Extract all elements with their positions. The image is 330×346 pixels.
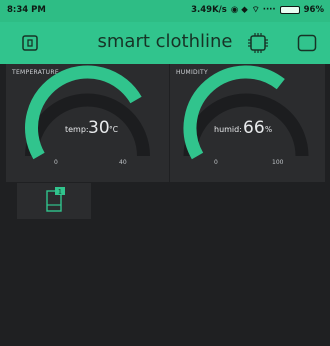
humidity-panel[interactable]: HUMIDITY humid: 66 % 0 100 [170, 64, 325, 182]
humidity-unit: % [265, 125, 272, 134]
net-speed: 3.49K/s [191, 5, 227, 15]
temperature-min: 0 [54, 159, 58, 166]
chip-icon[interactable] [246, 31, 270, 59]
battery-icon [279, 6, 300, 14]
temperature-max: 40 [119, 159, 127, 166]
app-bar: smart clothline [0, 22, 330, 64]
status-time: 8:34 PM [7, 5, 46, 15]
humidity-min: 0 [214, 159, 218, 166]
humidity-max: 100 [272, 159, 284, 166]
temperature-value: 30 [88, 118, 110, 138]
wifi-icon: ⌔ ···· [251, 5, 276, 15]
humidity-value: 66 [243, 118, 265, 138]
status-bar: 8:34 PM 3.49K/s ◉ ◆ ⌔ ···· 96% [0, 0, 330, 22]
humidity-gauge: humid: 66 % 0 100 [183, 65, 309, 166]
square-icon[interactable] [297, 34, 317, 56]
device-icon: 1 [46, 187, 65, 212]
badge-count: 1 [58, 189, 62, 196]
battery-level: 96% [303, 5, 324, 15]
humidity-prefix: humid: [214, 125, 242, 134]
temperature-panel[interactable]: TEMPERATURE temp: 30 °C 0 40 [6, 64, 169, 182]
temperature-gauge: temp: 30 °C 0 40 [25, 65, 150, 166]
status-right: 3.49K/s ◉ ◆ ⌔ ···· 96% [191, 5, 324, 15]
signal-icon: ◉ ◆ [230, 5, 248, 15]
device-tile[interactable]: 1 [17, 183, 91, 219]
temperature-prefix: temp: [65, 125, 89, 134]
temperature-unit: °C [109, 125, 118, 134]
app-title: smart clothline [97, 31, 233, 52]
